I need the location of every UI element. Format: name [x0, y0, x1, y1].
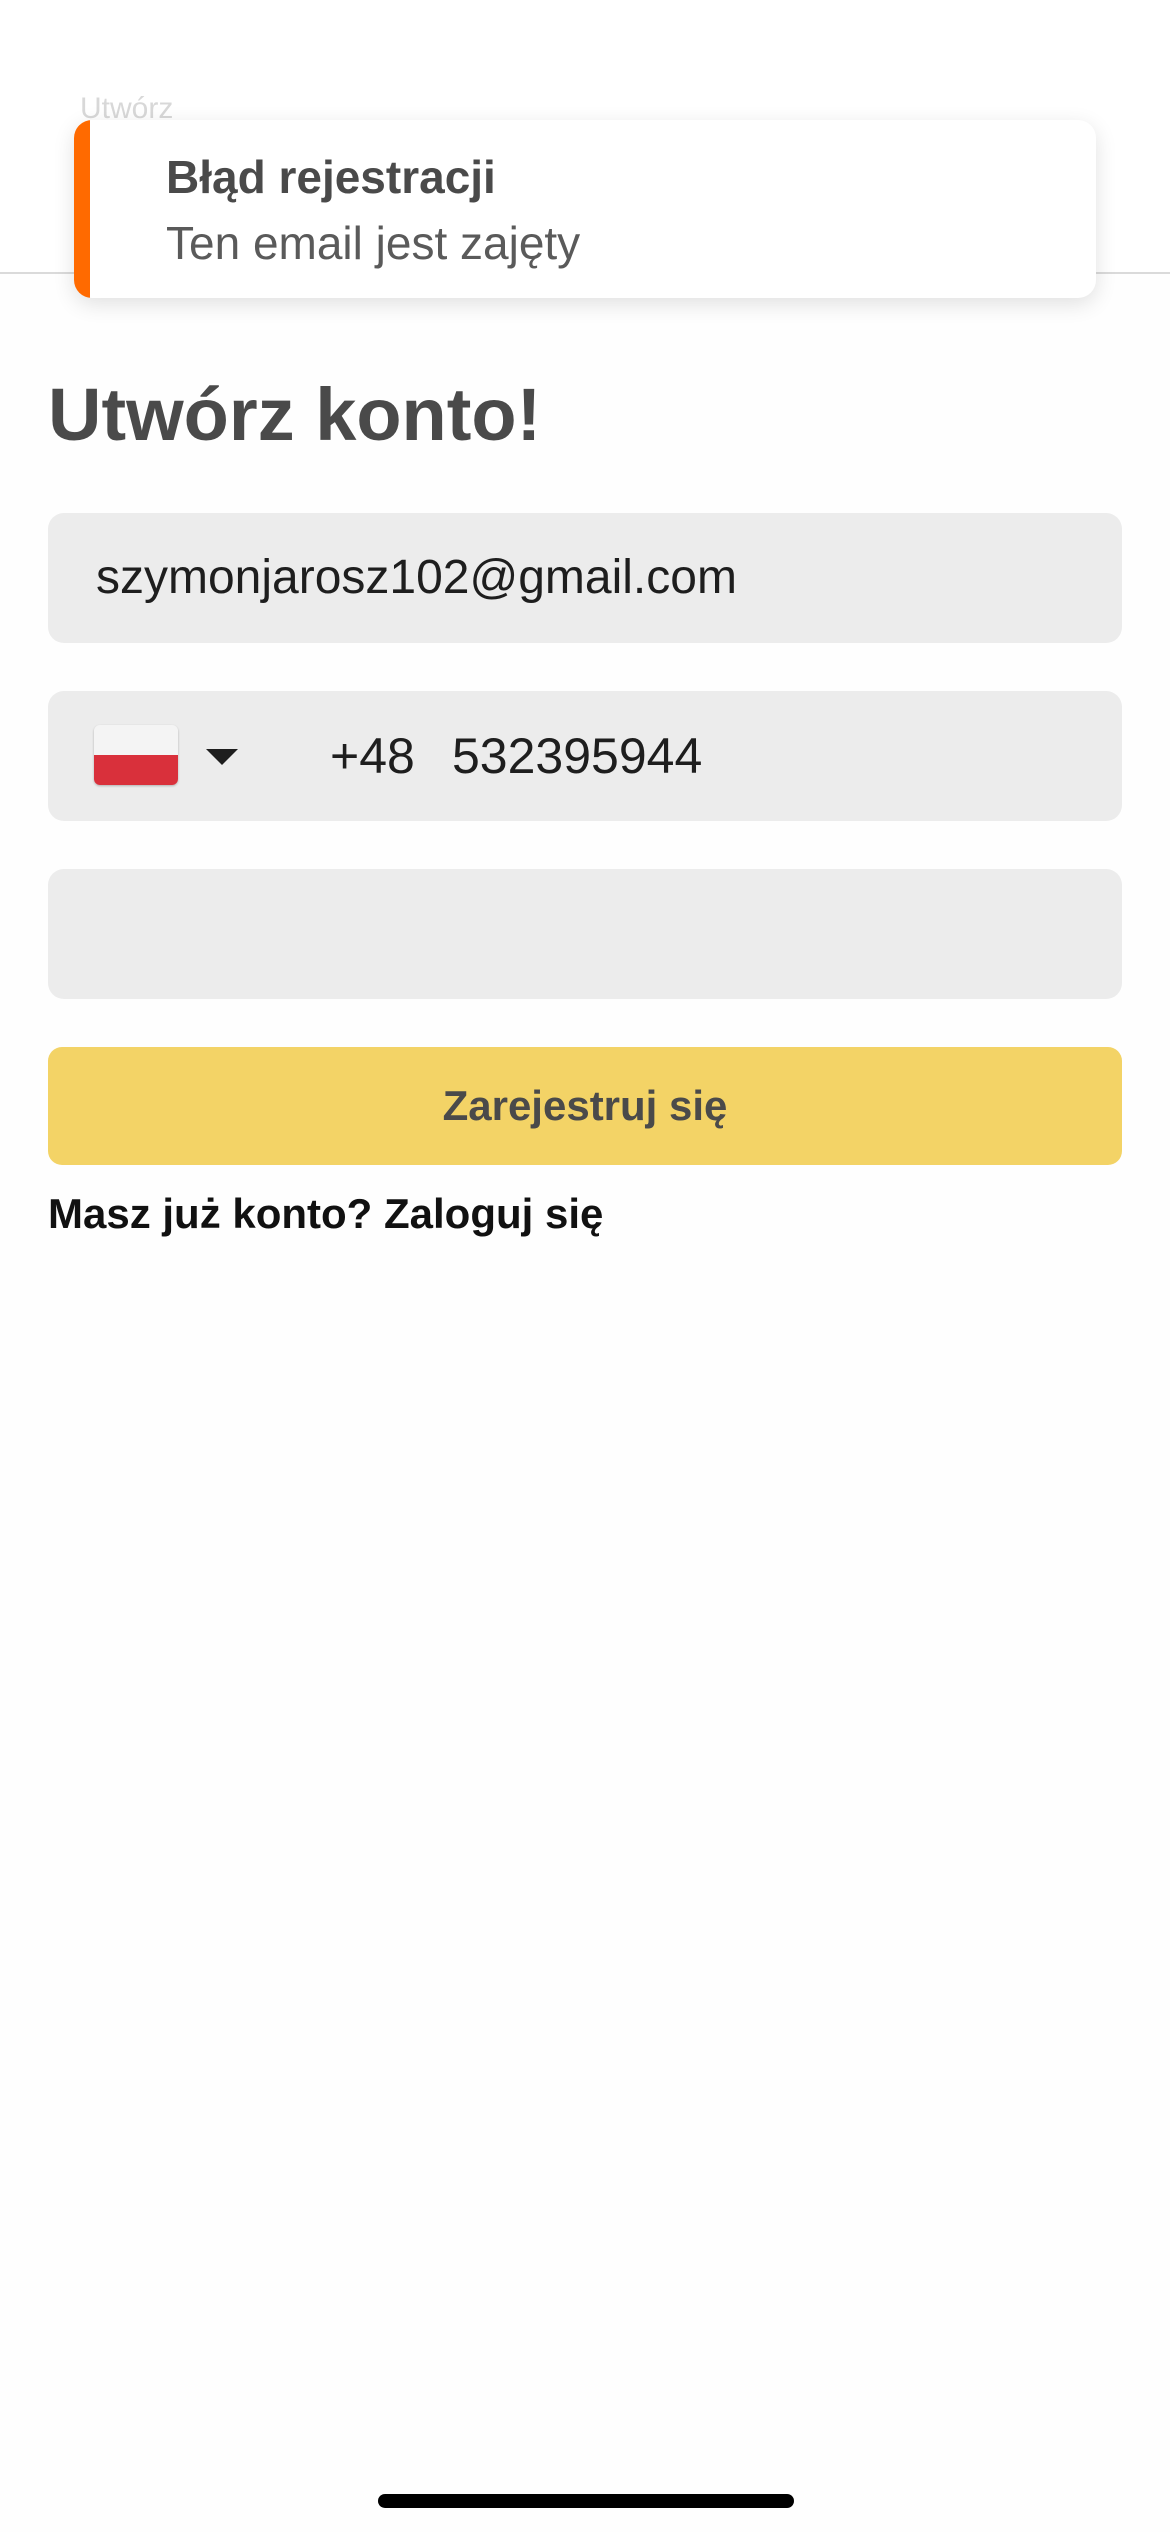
country-picker[interactable]: [94, 691, 254, 821]
toast-message: Ten email jest zajęty: [166, 217, 581, 269]
poland-flag-icon: [94, 725, 178, 785]
email-value: szymonjarosz102@gmail.com: [96, 551, 737, 604]
login-link[interactable]: Masz już konto? Zaloguj się: [48, 1190, 603, 1238]
password-field[interactable]: [48, 869, 1122, 999]
register-button[interactable]: Zarejestruj się: [48, 1047, 1122, 1165]
phone-field[interactable]: +48 532395944: [48, 691, 1122, 821]
dial-code: +48: [330, 728, 415, 784]
toast-title: Błąd rejestracji: [166, 151, 496, 203]
page-title: Utwórz konto!: [48, 373, 542, 456]
error-toast[interactable]: Błąd rejestracji Ten email jest zajęty: [74, 120, 1096, 298]
email-field[interactable]: szymonjarosz102@gmail.com: [48, 513, 1122, 643]
home-indicator: [378, 2494, 794, 2508]
toast-accent-bar: [74, 120, 90, 298]
chevron-down-icon: [206, 749, 238, 765]
phone-number-value[interactable]: 532395944: [452, 691, 702, 821]
